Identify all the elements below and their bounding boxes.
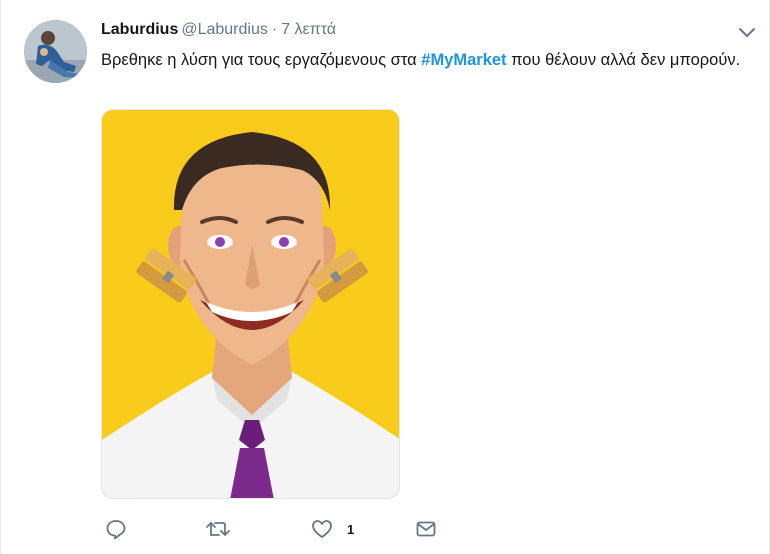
like-button[interactable]: 1 — [311, 516, 354, 542]
tweet-actions: 1 — [101, 516, 501, 542]
direct-message-button[interactable] — [415, 516, 437, 542]
tweet-timestamp[interactable]: 7 λεπτά — [281, 21, 336, 38]
avatar[interactable] — [24, 20, 87, 83]
tweet-header: Laburdius @Laburdius · 7 λεπτά — [101, 19, 336, 41]
reply-button[interactable] — [105, 516, 127, 542]
reply-icon — [105, 518, 127, 540]
tweet-image[interactable] — [101, 109, 400, 499]
tweet-text-after: που θέλουν αλλά δεν μπορούν. — [506, 51, 741, 69]
tweet-text-before: Βρεθηκε η λύση για τους εργαζόμενους στα — [101, 51, 422, 69]
tweet-text: Βρεθηκε η λύση για τους εργαζόμενους στα… — [101, 47, 751, 74]
chevron-down-icon[interactable] — [737, 24, 757, 40]
envelope-icon — [415, 518, 437, 540]
heart-icon — [311, 518, 333, 540]
hashtag-link[interactable]: #MyMarket — [421, 51, 506, 69]
tweet: Laburdius @Laburdius · 7 λεπτά Βρεθηκε η λύ… — [0, 0, 770, 554]
author-handle[interactable]: @Laburdius — [181, 21, 268, 38]
retweet-button[interactable] — [205, 516, 231, 542]
author-name[interactable]: Laburdius — [101, 21, 178, 38]
separator-dot: · — [271, 21, 278, 38]
retweet-icon — [205, 518, 231, 540]
like-count: 1 — [347, 521, 355, 537]
